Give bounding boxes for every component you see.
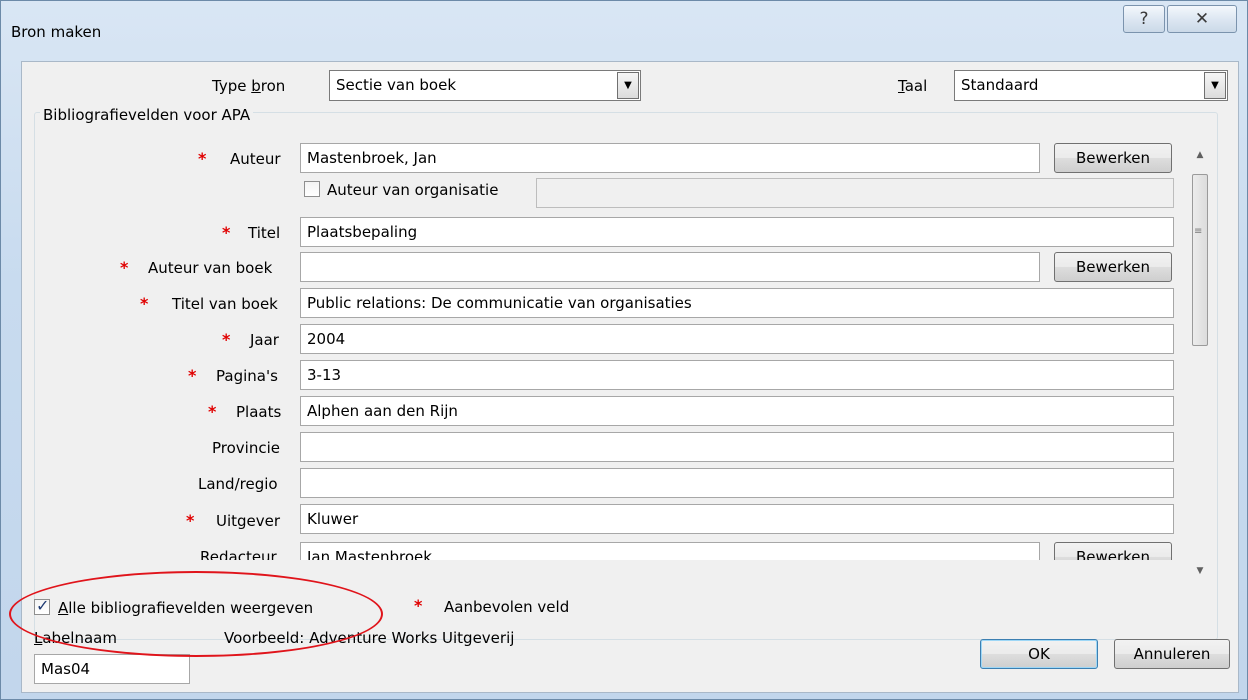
country-field[interactable] [300, 468, 1174, 498]
city-field[interactable]: Alphen aan den Rijn [300, 396, 1174, 426]
annotation-circle [9, 571, 383, 657]
required-star-icon: * [208, 402, 217, 421]
book-title-label: Titel van boek [172, 295, 278, 313]
scroll-up-icon[interactable]: ▲ [1190, 146, 1210, 164]
language-value: Standaard [961, 76, 1039, 94]
pages-label: Pagina's [216, 367, 278, 385]
chevron-down-icon[interactable]: ▼ [617, 72, 639, 99]
required-star-icon: * [222, 223, 231, 242]
chevron-down-icon[interactable]: ▼ [1204, 72, 1226, 99]
language-select[interactable]: Standaard ▼ [954, 70, 1228, 101]
publisher-field[interactable]: Kluwer [300, 504, 1174, 534]
pages-field[interactable]: 3-13 [300, 360, 1174, 390]
editor-label: Redacteur [200, 548, 277, 560]
required-star-icon: * [186, 511, 195, 530]
corporate-author-label: Auteur van organisatie [327, 181, 499, 199]
recommended-legend: Aanbevolen veld [444, 598, 570, 616]
book-author-label: Auteur van boek [148, 259, 273, 277]
title-bar[interactable]: Bron maken ? ✕ [1, 1, 1247, 45]
corporate-author-checkbox[interactable] [304, 181, 320, 197]
dialog-title: Bron maken [11, 23, 102, 41]
book-title-field[interactable]: Public relations: De communicatie van or… [300, 288, 1174, 318]
year-label: Jaar [250, 331, 279, 349]
required-star-icon: * [414, 596, 423, 615]
author-field[interactable]: Mastenbroek, Jan [300, 143, 1040, 173]
author-label: Auteur [230, 150, 281, 168]
required-star-icon: * [188, 366, 197, 385]
editor-edit-button[interactable]: Bewerken [1054, 542, 1172, 560]
title-field[interactable]: Plaatsbepaling [300, 217, 1174, 247]
title-label: Titel [248, 224, 281, 242]
required-star-icon: * [198, 149, 207, 168]
scrollbar-thumb[interactable] [1192, 174, 1208, 346]
fields-scrollbar[interactable]: ▲ ≡ ▼ [1190, 146, 1210, 580]
cancel-button[interactable]: Annuleren [1114, 639, 1230, 669]
publisher-label: Uitgever [216, 512, 281, 530]
create-source-dialog: Bron maken ? ✕ Type bron Sectie van boek… [0, 0, 1248, 700]
year-field[interactable]: 2004 [300, 324, 1174, 354]
corporate-author-field[interactable] [536, 178, 1174, 208]
help-button[interactable]: ? [1123, 5, 1165, 33]
source-type-select[interactable]: Sectie van boek ▼ [329, 70, 641, 101]
state-label: Provincie [212, 439, 280, 457]
close-button[interactable]: ✕ [1167, 5, 1237, 33]
grip-icon: ≡ [1194, 226, 1203, 237]
editor-field[interactable]: Jan Mastenbroek [300, 542, 1040, 560]
required-star-icon: * [222, 330, 231, 349]
editor-row-clipped: Redacteur Jan Mastenbroek Bewerken [22, 542, 1182, 560]
source-type-label: Type bron [212, 77, 286, 95]
tag-name-field[interactable]: Mas04 [34, 654, 190, 684]
help-icon: ? [1139, 9, 1149, 29]
author-edit-button[interactable]: Bewerken [1054, 143, 1172, 173]
book-author-field[interactable] [300, 252, 1040, 282]
language-label: Taal [898, 77, 928, 95]
book-author-edit-button[interactable]: Bewerken [1054, 252, 1172, 282]
source-type-value: Sectie van boek [336, 76, 456, 94]
ok-button[interactable]: OK [980, 639, 1098, 669]
close-icon: ✕ [1194, 9, 1210, 29]
scroll-down-icon[interactable]: ▼ [1190, 562, 1210, 580]
state-field[interactable] [300, 432, 1174, 462]
city-label: Plaats [236, 403, 282, 421]
required-star-icon: * [120, 258, 129, 277]
group-title: Bibliografievelden voor APA [40, 106, 254, 124]
country-label: Land/regio [198, 475, 278, 493]
required-star-icon: * [140, 294, 149, 313]
